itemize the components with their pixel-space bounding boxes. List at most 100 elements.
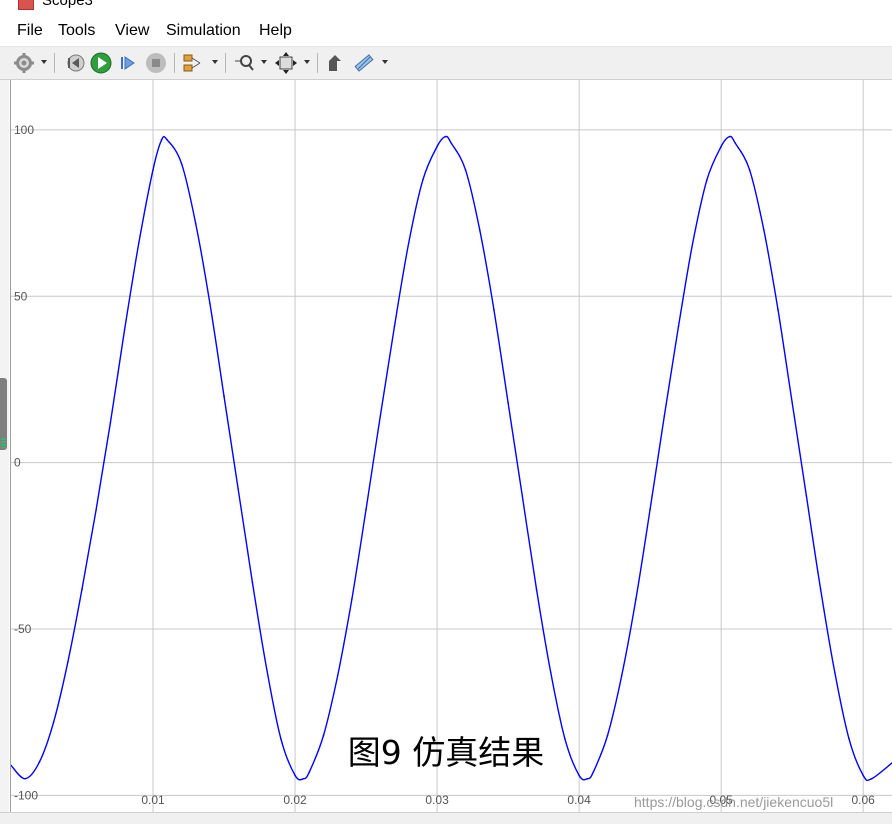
trace-point bbox=[677, 325, 680, 328]
trace-point bbox=[464, 169, 467, 171]
trace-point bbox=[728, 135, 731, 138]
menu-file[interactable]: File bbox=[17, 22, 43, 40]
trace-point bbox=[805, 495, 808, 497]
trace-point bbox=[251, 581, 254, 584]
left-panel-strip bbox=[0, 80, 9, 823]
trace-point bbox=[393, 325, 396, 328]
trace-point bbox=[436, 145, 438, 148]
tick-labels: 0.01 0.02 0.03 0.04 0.05 0.06100500-50-100 bbox=[14, 123, 875, 807]
trace-point bbox=[336, 674, 339, 677]
trace-point bbox=[578, 774, 580, 777]
measurement-dropdown-icon[interactable] bbox=[382, 60, 388, 64]
trace-point bbox=[365, 508, 367, 511]
trace-point bbox=[237, 488, 240, 491]
gear-dropdown-icon[interactable] bbox=[41, 60, 47, 64]
trace-point bbox=[223, 395, 225, 397]
x-tick-label: 0.06 bbox=[851, 793, 875, 807]
trace-point bbox=[549, 671, 552, 674]
trace-point bbox=[791, 401, 793, 404]
trace-point bbox=[720, 145, 722, 148]
data-cursor-icon[interactable] bbox=[323, 51, 347, 75]
status-bar bbox=[0, 812, 892, 824]
trace-point bbox=[691, 242, 694, 244]
grid-lines bbox=[11, 80, 892, 812]
step-forward-icon[interactable] bbox=[116, 51, 140, 75]
trace-point bbox=[302, 777, 305, 780]
trace-point bbox=[493, 308, 495, 311]
trace-point bbox=[379, 415, 382, 417]
trace-point bbox=[862, 774, 864, 777]
stop-icon[interactable] bbox=[144, 51, 168, 75]
menu-bar: File Tools View Simulation Help bbox=[0, 14, 892, 47]
trace-point bbox=[762, 228, 765, 231]
trace-point bbox=[422, 179, 424, 181]
trace-point bbox=[620, 674, 623, 677]
trace-point bbox=[870, 777, 873, 780]
scope-axes: 0.01 0.02 0.03 0.04 0.05 0.06100500-50-100 bbox=[10, 80, 892, 812]
fit-view-icon[interactable] bbox=[274, 51, 298, 75]
signal-selector-dropdown-icon[interactable] bbox=[212, 60, 218, 64]
trace-point bbox=[67, 661, 69, 664]
trace-point bbox=[294, 774, 296, 777]
trace-point bbox=[819, 588, 822, 590]
trace-point bbox=[663, 415, 666, 417]
signal-selector-icon[interactable] bbox=[181, 51, 205, 75]
menu-view[interactable]: View bbox=[115, 22, 149, 40]
measurement-icon[interactable] bbox=[352, 51, 376, 75]
trace-point bbox=[734, 142, 737, 145]
trace-point bbox=[586, 777, 589, 780]
toolbar-separator bbox=[54, 53, 55, 73]
toolbar-separator bbox=[317, 53, 318, 73]
trace-point bbox=[450, 142, 453, 145]
scope-app-icon bbox=[18, 0, 34, 10]
trace-point bbox=[706, 179, 708, 181]
figure-caption: 图9 仿真结果 bbox=[347, 733, 545, 772]
step-back-icon[interactable] bbox=[63, 51, 87, 75]
trace-point bbox=[833, 671, 836, 674]
trace-point bbox=[748, 169, 751, 171]
y-tick-label: -100 bbox=[14, 788, 38, 802]
trace-point bbox=[52, 721, 55, 723]
trace-point bbox=[95, 508, 98, 511]
trace-point bbox=[166, 139, 169, 141]
toolbar bbox=[0, 47, 892, 80]
x-tick-label: 0.02 bbox=[283, 793, 307, 807]
trace-point bbox=[123, 328, 126, 331]
x-tick-label: 0.03 bbox=[425, 793, 449, 807]
trace-layer bbox=[10, 135, 892, 782]
panel-resize-handle[interactable] bbox=[0, 378, 7, 450]
fit-view-dropdown-icon[interactable] bbox=[304, 60, 310, 64]
trace-point bbox=[109, 421, 112, 424]
trace-point bbox=[24, 777, 27, 780]
menu-tools[interactable]: Tools bbox=[58, 22, 95, 40]
trace-point bbox=[265, 668, 268, 670]
trace-point bbox=[194, 222, 197, 224]
x-tick-label: 0.01 bbox=[141, 793, 165, 807]
scope-plot-area[interactable]: 0.01 0.02 0.03 0.04 0.05 0.06 100 50 0 -50 -100 bbox=[10, 80, 892, 812]
zoom-icon[interactable] bbox=[233, 51, 257, 75]
trace-point bbox=[478, 228, 481, 231]
trace-point bbox=[351, 598, 353, 600]
menu-help[interactable]: Help bbox=[259, 22, 292, 40]
trace-point bbox=[81, 588, 83, 590]
trace-point bbox=[138, 242, 140, 244]
trace-point bbox=[209, 302, 211, 304]
window-titlebar: Scope3 bbox=[0, 0, 892, 14]
menu-simulation[interactable]: Simulation bbox=[166, 22, 241, 40]
y-tick-label: 0 bbox=[14, 456, 21, 470]
window-title: Scope3 bbox=[42, 0, 93, 9]
x-tick-label: 0.04 bbox=[567, 793, 591, 807]
y-tick-label: 50 bbox=[14, 289, 28, 303]
trace-point bbox=[160, 139, 163, 141]
trace-point bbox=[777, 308, 779, 311]
trace-point bbox=[444, 135, 447, 138]
run-icon[interactable] bbox=[89, 51, 113, 75]
zoom-dropdown-icon[interactable] bbox=[261, 60, 267, 64]
trace-point bbox=[152, 169, 154, 171]
toolbar-separator bbox=[225, 53, 226, 73]
trace-point bbox=[635, 598, 637, 600]
gear-icon[interactable] bbox=[12, 51, 36, 75]
trace-point bbox=[649, 508, 651, 511]
y-tick-label: -50 bbox=[14, 622, 32, 636]
toolbar-separator bbox=[174, 53, 175, 73]
